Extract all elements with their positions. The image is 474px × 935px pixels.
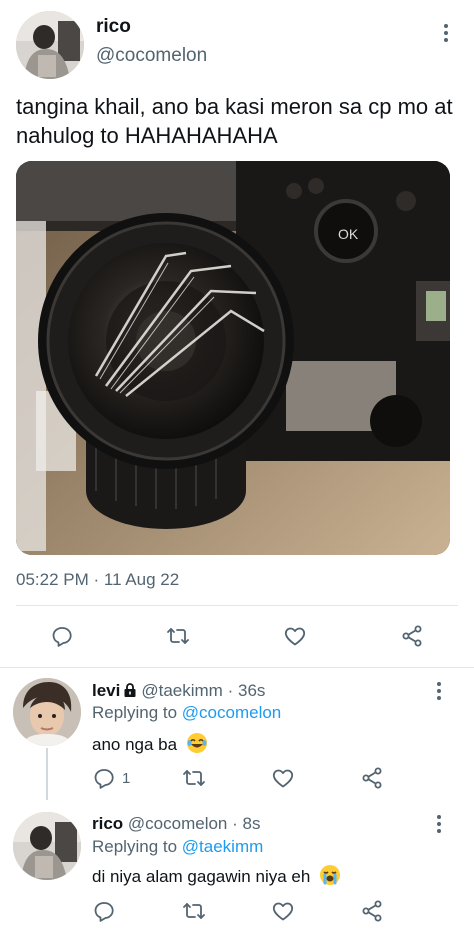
- main-tweet: rico @cocomelon tangina khail, ano ba ka…: [0, 0, 474, 668]
- reply-text-content: ano nga ba: [92, 735, 178, 754]
- author-name[interactable]: levi: [92, 681, 120, 700]
- author-name[interactable]: rico: [92, 814, 123, 833]
- like-button[interactable]: [271, 766, 295, 790]
- separator-dot: ·: [227, 681, 234, 700]
- mention-link[interactable]: @taekimm: [182, 837, 264, 856]
- reply-text-content: di niya alam gagawin niya eh: [92, 867, 311, 886]
- reply-action-bar: 1: [0, 763, 474, 803]
- author-handle[interactable]: @taekimm: [141, 681, 223, 700]
- share-icon: [362, 767, 382, 789]
- profile-photo-icon: [13, 678, 81, 746]
- reply-text: ano nga ba: [92, 732, 208, 755]
- like-button[interactable]: [283, 624, 307, 648]
- share-button[interactable]: [400, 624, 424, 648]
- reply-button[interactable]: [92, 899, 122, 923]
- heart-icon: [284, 627, 306, 646]
- reply-tweet: rico @cocomelon · 8s Replying to @taekim…: [0, 800, 474, 935]
- retweet-button[interactable]: [182, 899, 206, 923]
- share-icon: [402, 625, 422, 647]
- svg-text:OK: OK: [338, 226, 359, 242]
- avatar[interactable]: [16, 11, 84, 79]
- share-button[interactable]: [360, 766, 384, 790]
- author-name[interactable]: rico: [96, 16, 131, 38]
- lock-icon: [124, 683, 136, 697]
- more-options-icon[interactable]: [429, 679, 449, 703]
- retweet-icon: [183, 903, 205, 919]
- replying-to: Replying to @cocomelon: [92, 703, 281, 723]
- reply-button[interactable]: 1: [92, 766, 130, 790]
- heart-icon: [272, 769, 294, 788]
- reply-header: levi @taekimm · 36s: [92, 681, 265, 701]
- retweet-button[interactable]: [182, 766, 206, 790]
- replying-to: Replying to @taekimm: [92, 837, 263, 857]
- tweet-timestamp[interactable]: 05:22 PM · 11 Aug 22: [16, 570, 179, 590]
- reply-icon: [94, 902, 114, 922]
- tweet-text: tangina khail, ano ba kasi meron sa cp m…: [16, 94, 453, 148]
- reply-tweet: levi @taekimm · 36s Replying to @cocomelo…: [0, 668, 474, 800]
- reply-text: di niya alam gagawin niya eh: [92, 864, 341, 887]
- avatar[interactable]: [13, 678, 81, 746]
- broken-camera-lens-photo-icon: OK: [16, 161, 450, 555]
- like-button[interactable]: [271, 899, 295, 923]
- reply-count: 1: [122, 769, 131, 787]
- reply-action-bar: [0, 896, 474, 935]
- reply-time[interactable]: 36s: [238, 681, 265, 700]
- reply-icon: [52, 627, 72, 647]
- avatar[interactable]: [13, 812, 81, 880]
- more-options-icon[interactable]: [436, 21, 456, 45]
- separator-dot: ·: [232, 814, 238, 833]
- reply-time[interactable]: 8s: [243, 814, 261, 833]
- heart-icon: [272, 902, 294, 921]
- share-button[interactable]: [360, 899, 384, 923]
- author-handle[interactable]: @cocomelon: [128, 814, 227, 833]
- retweet-icon: [167, 628, 189, 644]
- replying-label: Replying to: [92, 703, 178, 722]
- main-action-bar: [0, 617, 474, 657]
- loudly-crying-emoji-icon: [320, 865, 341, 885]
- divider: [16, 605, 458, 606]
- reply-header: rico @cocomelon · 8s: [92, 814, 261, 834]
- replying-label: Replying to: [92, 837, 178, 856]
- profile-photo-icon: [16, 11, 84, 79]
- share-icon: [362, 900, 382, 922]
- mention-link[interactable]: @cocomelon: [182, 703, 281, 722]
- author-handle[interactable]: @cocomelon: [96, 45, 207, 67]
- retweet-icon: [183, 770, 205, 786]
- retweet-button[interactable]: [166, 624, 190, 648]
- profile-photo-icon: [13, 812, 81, 880]
- reply-icon: [94, 769, 114, 789]
- tweet-photo[interactable]: OK: [16, 161, 450, 555]
- reply-button[interactable]: [50, 624, 74, 648]
- tears-of-joy-emoji-icon: [186, 733, 207, 753]
- more-options-icon[interactable]: [429, 812, 449, 836]
